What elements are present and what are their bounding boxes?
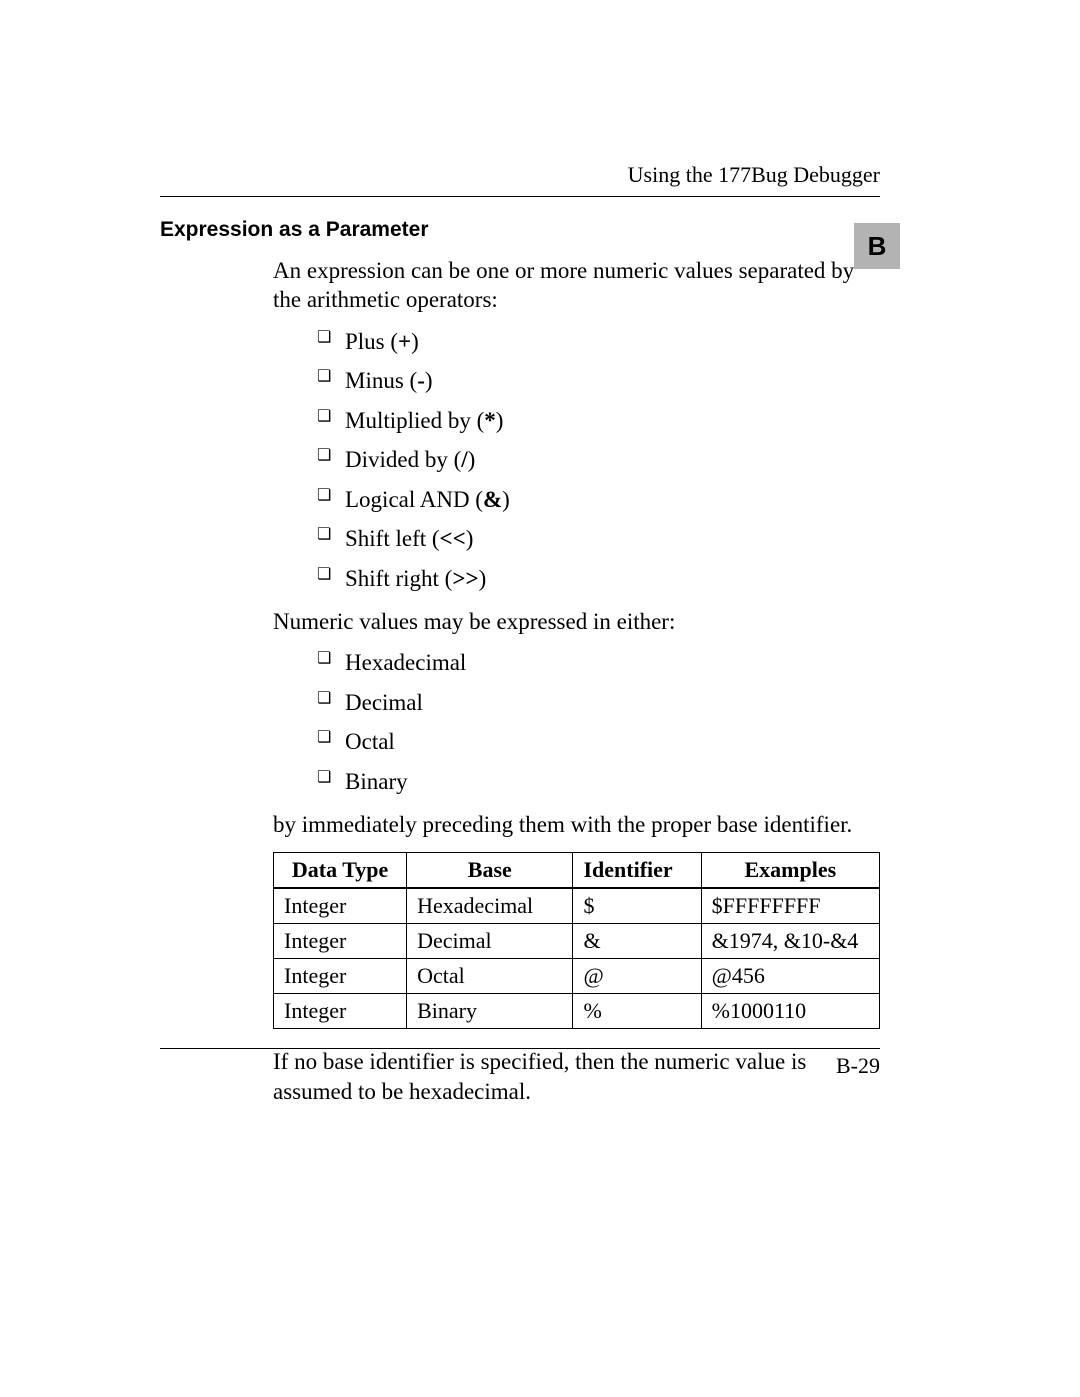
list-item: ❏ Shift right (>>) xyxy=(317,564,880,593)
operator-text: Multiplied by ( xyxy=(345,408,484,433)
operator-suffix: ) xyxy=(425,368,433,393)
table-header: Base xyxy=(407,852,573,888)
operator-suffix: ) xyxy=(411,329,419,354)
bullet-icon: ❏ xyxy=(317,369,331,385)
table-cell: $ xyxy=(573,888,701,924)
list-item: ❏ Minus (-) xyxy=(317,366,880,395)
table-cell: Integer xyxy=(274,923,407,958)
table-header: Examples xyxy=(701,852,879,888)
bullet-icon: ❏ xyxy=(317,567,331,583)
table-cell: %1000110 xyxy=(701,994,879,1029)
base-id-sentence: by immediately preceding them with the p… xyxy=(273,810,880,839)
table-cell: Binary xyxy=(407,994,573,1029)
body-block: An expression can be one or more numeric… xyxy=(273,256,880,1106)
header-rule xyxy=(160,196,880,197)
table-cell: Octal xyxy=(407,959,573,994)
operator-symbol: & xyxy=(483,487,502,512)
table-row: Integer Decimal & &1974, &10-&4 xyxy=(274,923,880,958)
table-row: Integer Octal @ @456 xyxy=(274,959,880,994)
bullet-icon: ❏ xyxy=(317,730,331,746)
running-head: Using the 177Bug Debugger xyxy=(628,162,880,188)
list-item: ❏ Octal xyxy=(317,727,880,756)
page: Using the 177Bug Debugger B Expression a… xyxy=(0,0,1080,1397)
operator-text: Divided by ( xyxy=(345,447,461,472)
bullet-icon: ❏ xyxy=(317,330,331,346)
table-header: Data Type xyxy=(274,852,407,888)
table-cell: $FFFFFFFF xyxy=(701,888,879,924)
operators-list: ❏Plus (+) ❏Minus (-) ❏Multiplied by (*) … xyxy=(273,327,880,593)
list-item: ❏ Decimal xyxy=(317,688,880,717)
page-number: B-29 xyxy=(836,1053,880,1079)
bullet-icon: ❏ xyxy=(317,448,331,464)
table-cell: Integer xyxy=(274,959,407,994)
operator-suffix: ) xyxy=(466,526,474,551)
intro-paragraph: An expression can be one or more numeric… xyxy=(273,256,880,315)
list-item: ❏ Binary xyxy=(317,767,880,796)
table-cell: @ xyxy=(573,959,701,994)
table-cell: &1974, &10-&4 xyxy=(701,923,879,958)
table-header-row: Data Type Base Identifier Examples xyxy=(274,852,880,888)
operator-suffix: ) xyxy=(479,566,487,591)
bullet-icon: ❏ xyxy=(317,409,331,425)
operator-suffix: ) xyxy=(502,487,510,512)
list-item: ❏ Multiplied by (*) xyxy=(317,406,880,435)
bullet-icon: ❏ xyxy=(317,488,331,504)
format-text: Binary xyxy=(345,769,408,794)
list-item: ❏ Shift left (<<) xyxy=(317,524,880,553)
operator-symbol: >> xyxy=(452,566,478,591)
table-cell: Hexadecimal xyxy=(407,888,573,924)
bullet-icon: ❏ xyxy=(317,691,331,707)
format-text: Decimal xyxy=(345,690,423,715)
formats-list: ❏ Hexadecimal ❏ Decimal ❏ Octal ❏ Binary xyxy=(273,648,880,796)
section-heading: Expression as a Parameter xyxy=(160,218,880,242)
table-header: Identifier xyxy=(573,852,701,888)
table-cell: Integer xyxy=(274,994,407,1029)
bullet-icon: ❏ xyxy=(317,527,331,543)
operator-symbol: - xyxy=(417,368,425,393)
operator-text: Plus ( xyxy=(345,329,398,354)
list-item: ❏ Hexadecimal xyxy=(317,648,880,677)
closing-paragraph: If no base identifier is specified, then… xyxy=(273,1047,880,1106)
operator-text: Shift right ( xyxy=(345,566,452,591)
format-text: Octal xyxy=(345,729,395,754)
operator-text: Logical AND ( xyxy=(345,487,483,512)
table-cell: % xyxy=(573,994,701,1029)
operator-symbol: << xyxy=(440,526,466,551)
bullet-icon: ❏ xyxy=(317,770,331,786)
operator-suffix: ) xyxy=(468,447,476,472)
table-cell: @456 xyxy=(701,959,879,994)
list-item: ❏ Logical AND (&) xyxy=(317,485,880,514)
operator-symbol: + xyxy=(398,329,411,354)
table-row: Integer Binary % %1000110 xyxy=(274,994,880,1029)
operator-symbol: * xyxy=(484,408,496,433)
base-identifier-table: Data Type Base Identifier Examples Integ… xyxy=(273,852,880,1030)
operator-suffix: ) xyxy=(496,408,504,433)
content-area: Expression as a Parameter An expression … xyxy=(160,218,880,1118)
bullet-icon: ❏ xyxy=(317,651,331,667)
list-item: ❏Divided by (/) xyxy=(317,445,880,474)
numeric-intro: Numeric values may be expressed in eithe… xyxy=(273,607,880,636)
operator-text: Minus ( xyxy=(345,368,417,393)
table-cell: & xyxy=(573,923,701,958)
footer-rule xyxy=(160,1048,880,1049)
table-row: Integer Hexadecimal $ $FFFFFFFF xyxy=(274,888,880,924)
table-cell: Decimal xyxy=(407,923,573,958)
format-text: Hexadecimal xyxy=(345,650,466,675)
operator-text: Shift left ( xyxy=(345,526,440,551)
list-item: ❏ Plus (+) xyxy=(317,327,880,356)
table-cell: Integer xyxy=(274,888,407,924)
